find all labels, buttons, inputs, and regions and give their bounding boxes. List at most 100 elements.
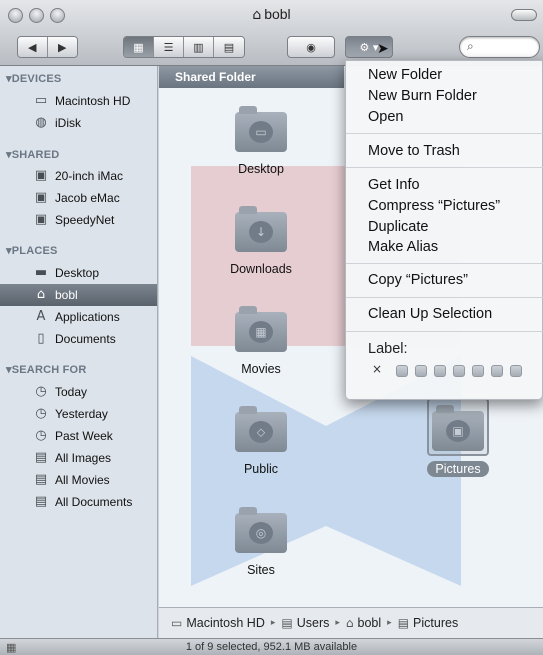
menu-item-new-folder[interactable]: New Folder bbox=[368, 67, 442, 83]
path-segment-macintosh-hd[interactable]: Macintosh HD bbox=[186, 616, 265, 630]
forward-button[interactable]: ▶ bbox=[47, 37, 77, 57]
path-segment-users[interactable]: Users bbox=[297, 616, 330, 630]
column-view-icon: ▥ bbox=[193, 40, 204, 54]
menu-item-open[interactable]: Open bbox=[368, 109, 403, 125]
smart-folder-icon: ▤ bbox=[34, 472, 48, 487]
menu-separator bbox=[346, 167, 543, 168]
sidebar-item-documents[interactable]: ▯ Documents bbox=[0, 328, 157, 350]
home-icon: ⌂ bbox=[36, 287, 46, 302]
search-field[interactable]: ⌕ bbox=[459, 36, 540, 58]
label-swatch[interactable] bbox=[415, 365, 427, 377]
menu-item-move-to-trash[interactable]: Move to Trash bbox=[368, 143, 460, 159]
menu-item-compress[interactable]: Compress “Pictures” bbox=[368, 198, 500, 214]
eye-icon: ◉ bbox=[306, 40, 316, 54]
label-swatch[interactable] bbox=[396, 365, 408, 377]
desktop-icon: ▬ bbox=[34, 265, 48, 280]
path-segment-bobl[interactable]: bobl bbox=[358, 616, 382, 630]
applications-icon: A bbox=[36, 309, 46, 324]
path-separator: ▸ bbox=[270, 618, 276, 628]
back-button[interactable]: ◀ bbox=[18, 37, 48, 57]
sidebar: ▾DEVICES ▭ Macintosh HD ◍ iDisk ▾SHARED … bbox=[0, 66, 158, 638]
sidebar-item-applications[interactable]: A Applications bbox=[0, 306, 157, 328]
sidebar-section-devices: ▾DEVICES bbox=[6, 73, 62, 85]
label-swatch[interactable] bbox=[510, 365, 522, 377]
sidebar-item-bobl[interactable]: ⌂ bobl bbox=[0, 284, 157, 306]
menu-separator bbox=[346, 133, 543, 134]
sidebar-item-idisk[interactable]: ◍ iDisk bbox=[0, 112, 157, 134]
folder-movies[interactable]: ▦ Movies bbox=[201, 306, 321, 376]
back-arrow-icon: ◀ bbox=[28, 40, 37, 54]
label-swatch[interactable] bbox=[491, 365, 503, 377]
sidebar-item-today[interactable]: ◷ Today bbox=[0, 381, 157, 403]
sidebar-item-desktop[interactable]: ▬ Desktop bbox=[0, 262, 157, 284]
list-view-button[interactable]: ☰ bbox=[154, 37, 184, 57]
desktop-folder-icon: ▭ bbox=[235, 106, 287, 152]
mouse-cursor-icon: ➤ bbox=[377, 41, 389, 57]
label-swatch[interactable] bbox=[472, 365, 484, 377]
clock-icon: ◷ bbox=[35, 428, 47, 443]
sidebar-item-all-movies[interactable]: ▤ All Movies bbox=[0, 469, 157, 491]
coverflow-view-button[interactable]: ▤ bbox=[214, 37, 244, 57]
back-forward-control: ◀ ▶ bbox=[17, 36, 78, 58]
idisk-icon: ◍ bbox=[35, 115, 47, 130]
menu-item-duplicate[interactable]: Duplicate bbox=[368, 219, 428, 235]
clock-icon: ◷ bbox=[35, 384, 47, 399]
computer-icon: ▣ bbox=[34, 190, 48, 205]
window-titlebar: ⌂ bobl ◀ ▶ ▦ ☰ ▥ ▤ ◉ ⚙ ▾ ⌕ bbox=[0, 0, 543, 66]
menu-item-get-info[interactable]: Get Info bbox=[368, 177, 420, 193]
sidebar-section-shared: ▾SHARED bbox=[6, 149, 60, 161]
label-swatch[interactable] bbox=[453, 365, 465, 377]
sidebar-section-search-for: ▾SEARCH FOR bbox=[6, 364, 87, 376]
menu-item-new-burn-folder[interactable]: New Burn Folder bbox=[368, 88, 477, 104]
list-view-icon: ☰ bbox=[163, 40, 174, 54]
column-header: Shared Folder bbox=[159, 66, 344, 88]
icon-view-icon: ▦ bbox=[133, 40, 144, 54]
menu-item-clean-up-selection[interactable]: Clean Up Selection bbox=[368, 306, 492, 322]
menu-separator bbox=[346, 331, 543, 332]
public-folder-icon: ⬦ bbox=[235, 406, 287, 452]
icon-view-button[interactable]: ▦ bbox=[124, 37, 154, 57]
folder-public[interactable]: ⬦ Public bbox=[201, 406, 321, 476]
home-icon: ⌂ bbox=[345, 616, 354, 630]
path-bar: ▭ Macintosh HD ▸ ▤ Users ▸ ⌂ bobl ▸ ▤ Pi… bbox=[159, 607, 543, 638]
view-mode-control: ▦ ☰ ▥ ▤ bbox=[123, 36, 245, 58]
search-icon: ⌕ bbox=[467, 39, 474, 53]
quicklook-button[interactable]: ◉ bbox=[287, 36, 335, 58]
resize-grid-icon: ▦ bbox=[6, 641, 17, 654]
sidebar-item-speedynet[interactable]: ▣ SpeedyNet bbox=[0, 209, 157, 231]
sidebar-item-yesterday[interactable]: ◷ Yesterday bbox=[0, 403, 157, 425]
clock-icon: ◷ bbox=[35, 406, 47, 421]
sidebar-item-jacob-emac[interactable]: ▣ Jacob eMac bbox=[0, 187, 157, 209]
sites-folder-icon: ◎ bbox=[235, 507, 287, 553]
folder-downloads[interactable]: ↓ Downloads bbox=[201, 206, 321, 276]
sidebar-item-macintosh-hd[interactable]: ▭ Macintosh HD bbox=[0, 90, 157, 112]
label-clear-button[interactable]: × bbox=[372, 362, 382, 376]
pictures-folder-icon: ▣ bbox=[432, 405, 484, 451]
hard-drive-icon: ▭ bbox=[171, 616, 183, 630]
toolbar-toggle-button[interactable] bbox=[511, 9, 537, 21]
gear-icon: ⚙ ▾ bbox=[359, 40, 379, 54]
hard-drive-icon: ▭ bbox=[34, 93, 48, 108]
path-separator: ▸ bbox=[335, 618, 340, 628]
sidebar-item-20-inch-imac[interactable]: ▣ 20-inch iMac bbox=[0, 165, 157, 187]
sidebar-item-past-week[interactable]: ◷ Past Week bbox=[0, 425, 157, 447]
menu-separator bbox=[346, 297, 543, 298]
column-view-button[interactable]: ▥ bbox=[184, 37, 214, 57]
folder-sites[interactable]: ◎ Sites bbox=[201, 507, 321, 577]
menu-item-make-alias[interactable]: Make Alias bbox=[368, 239, 438, 255]
folder-icon: ▤ bbox=[281, 616, 293, 630]
smart-folder-icon: ▤ bbox=[34, 494, 48, 509]
label-swatch[interactable] bbox=[434, 365, 446, 377]
folder-desktop[interactable]: ▭ Desktop bbox=[201, 106, 321, 176]
action-context-menu: New Folder New Burn Folder Open Move to … bbox=[345, 60, 543, 400]
computer-icon: ▣ bbox=[34, 168, 48, 183]
folder-pictures[interactable]: ▣ Pictures bbox=[398, 405, 518, 477]
menu-item-copy[interactable]: Copy “Pictures” bbox=[368, 272, 468, 288]
forward-arrow-icon: ▶ bbox=[58, 40, 67, 54]
path-segment-pictures[interactable]: Pictures bbox=[413, 616, 458, 630]
computer-icon: ▣ bbox=[34, 212, 48, 227]
sidebar-item-all-images[interactable]: ▤ All Images bbox=[0, 447, 157, 469]
window-title: ⌂ bobl bbox=[252, 6, 291, 23]
sidebar-item-all-documents[interactable]: ▤ All Documents bbox=[0, 491, 157, 513]
folder-icon: ▤ bbox=[397, 616, 410, 630]
